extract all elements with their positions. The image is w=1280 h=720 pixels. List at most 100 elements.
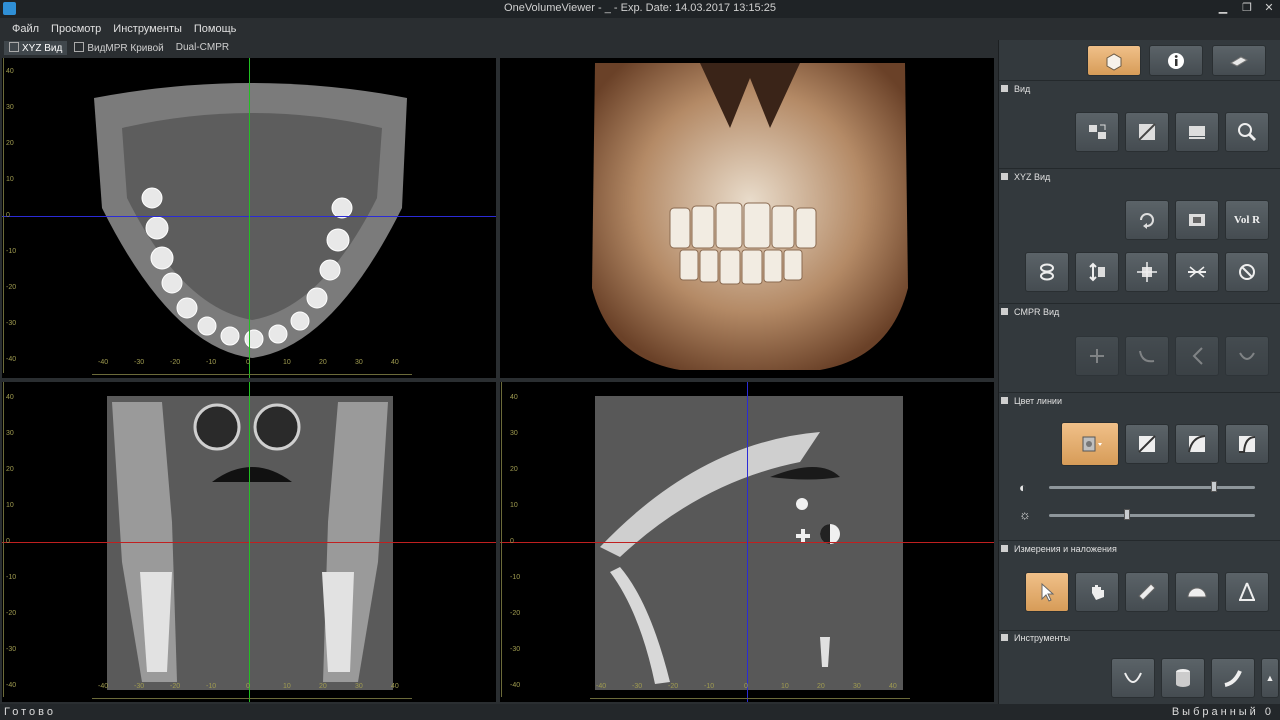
brightness-slider-track[interactable]: [1049, 514, 1255, 517]
tick-label: 40: [391, 359, 399, 366]
section-label: Измерения и наложения: [1014, 544, 1117, 554]
horizontal-ruler: [92, 698, 412, 699]
section-cmpr-view[interactable]: CMPR Вид: [1001, 307, 1059, 317]
rotate-3d-icon: [1239, 264, 1255, 280]
tick-label: 0: [744, 683, 748, 690]
flip-icon: [1188, 266, 1206, 278]
cmpr-arc-icon: [1239, 352, 1255, 360]
curve-log-button[interactable]: [1175, 424, 1219, 464]
slice-thickness-button[interactable]: [1075, 252, 1119, 292]
vertical-ruler: [3, 382, 4, 697]
tick-label: -30: [632, 683, 643, 690]
tick-label: 40: [6, 394, 14, 401]
tab-mpr-curve[interactable]: ВидMPR Кривой: [69, 41, 168, 55]
rotate-3d-button[interactable]: [1225, 252, 1269, 292]
section-view[interactable]: Вид: [1001, 84, 1030, 94]
eraser-button[interactable]: [1212, 45, 1266, 76]
nerve-tool-button[interactable]: [1111, 658, 1155, 698]
image-adjust-button[interactable]: [1125, 112, 1169, 152]
menu-bar: Файл Просмотр Инструменты Помощь: [0, 20, 998, 40]
volume-mode-button[interactable]: [1087, 45, 1141, 76]
palette-icon: [1082, 436, 1102, 452]
tick-label: -30: [6, 320, 17, 327]
tab-xyz-view[interactable]: XYZ Вид: [4, 41, 68, 55]
move-slice-button[interactable]: [1125, 252, 1169, 292]
collapse-icon: [1001, 308, 1008, 315]
volume-render-viewport[interactable]: [500, 58, 994, 378]
collapse-icon: [1001, 173, 1008, 180]
tick-label: 20: [319, 683, 327, 690]
contrast-slider-thumb[interactable]: [1210, 481, 1217, 492]
coronal-viewport[interactable]: 40 30 20 10 0 -10 -20 -30 -40 -40 -30 -2…: [2, 382, 496, 702]
curve-linear-button[interactable]: [1125, 424, 1169, 464]
tick-label: 10: [283, 359, 291, 366]
cmpr-tool-2-button[interactable]: [1125, 336, 1169, 376]
tick-label: 30: [853, 683, 861, 690]
menu-tools[interactable]: Инструменты: [107, 20, 188, 38]
hand-icon: [1092, 585, 1104, 600]
separator: [999, 392, 1280, 393]
curve-step-button[interactable]: [1225, 424, 1269, 464]
menu-view[interactable]: Просмотр: [45, 20, 107, 38]
tab-dual-cmpr[interactable]: Dual-CMPR: [171, 41, 234, 54]
tick-label: -20: [6, 610, 17, 617]
menu-help[interactable]: Помощь: [188, 20, 243, 38]
menu-file[interactable]: Файл: [6, 20, 45, 38]
axial-viewport[interactable]: 40 30 20 10 0 -10 -20 -30 -40 -40 -30 -2…: [2, 58, 496, 378]
view-tabs: XYZ Вид ВидMPR Кривой Dual-CMPR: [0, 41, 998, 57]
flip-button[interactable]: [1175, 252, 1219, 292]
link-icon: [1040, 263, 1054, 281]
zoom-button[interactable]: [1225, 112, 1269, 152]
horizontal-ruler: [590, 698, 910, 699]
tick-label: -20: [170, 683, 181, 690]
section-xyz-view[interactable]: XYZ Вид: [1001, 172, 1050, 182]
status-text: Готово: [4, 706, 56, 718]
tick-label: -20: [668, 683, 679, 690]
section-line-color[interactable]: Цвет линии: [1001, 396, 1062, 406]
tick-label: 10: [6, 502, 14, 509]
tick-label: 10: [6, 176, 14, 183]
tick-label: -20: [170, 359, 181, 366]
measure-angle-button[interactable]: [1225, 572, 1269, 612]
pan-hand-button[interactable]: [1075, 572, 1119, 612]
angle-tool-button[interactable]: [1175, 572, 1219, 612]
separator: [999, 168, 1280, 169]
brightness-slider-thumb[interactable]: [1124, 509, 1131, 520]
scale-icon: [1189, 126, 1205, 139]
panel-scroll-button[interactable]: ▲: [1261, 658, 1279, 698]
section-measurements[interactable]: Измерения и наложения: [1001, 544, 1117, 554]
status-bar: Готово Выбранный 0: [0, 704, 1280, 720]
close-button[interactable]: ✕: [1258, 1, 1280, 16]
contrast-icon: ◐: [1019, 480, 1027, 495]
cmpr-tool-4-button[interactable]: [1225, 336, 1269, 376]
layout-button[interactable]: [1075, 112, 1119, 152]
separator: [999, 630, 1280, 631]
separator: [999, 80, 1280, 81]
cmpr-cross-icon: [1090, 349, 1104, 363]
minimize-button[interactable]: ▁: [1212, 1, 1234, 16]
rotate-view-button[interactable]: [1125, 200, 1169, 240]
airway-tool-button[interactable]: [1211, 658, 1255, 698]
scale-1to1-button[interactable]: [1175, 112, 1219, 152]
tick-label: -40: [510, 682, 521, 689]
pan-button[interactable]: [1025, 252, 1069, 292]
zoom-icon: [1238, 123, 1257, 142]
select-tool-button[interactable]: [1025, 572, 1069, 612]
ruler-tool-button[interactable]: [1125, 572, 1169, 612]
section-tools[interactable]: Инструменты: [1001, 633, 1070, 643]
implant-tool-button[interactable]: [1161, 658, 1205, 698]
tick-label: -10: [206, 359, 217, 366]
sagittal-viewport[interactable]: 40 30 20 10 0 -10 -20 -30 -40 -40 -30 -2…: [500, 382, 994, 702]
snapshot-button[interactable]: [1175, 200, 1219, 240]
cmpr-tool-1-button[interactable]: [1075, 336, 1119, 376]
tick-label: 10: [781, 683, 789, 690]
contrast-slider-track[interactable]: [1049, 486, 1255, 489]
vol-r-button[interactable]: Vol R: [1225, 200, 1269, 240]
tick-label: -40: [6, 356, 17, 363]
color-preset-dropdown[interactable]: [1061, 422, 1119, 466]
cmpr-tool-3-button[interactable]: [1175, 336, 1219, 376]
maximize-button[interactable]: ❐: [1236, 1, 1258, 16]
info-icon: [1168, 52, 1184, 69]
crosshair-vertical: [249, 382, 250, 702]
info-button[interactable]: [1149, 45, 1203, 76]
